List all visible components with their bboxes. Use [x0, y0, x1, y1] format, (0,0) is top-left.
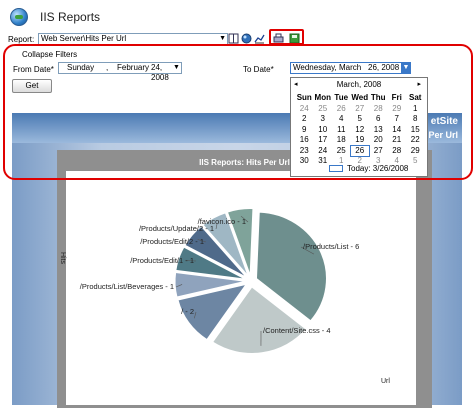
slice-label: / - 2 — [181, 307, 194, 316]
calendar-popup: ◂ March, 2008 ▸ Sun Mon Tue Wed Thu Fri … — [290, 77, 428, 177]
day-header: Sat — [409, 93, 422, 102]
calendar-day[interactable]: 28 — [388, 146, 407, 157]
today-label: Today: 3/26/2008 — [347, 164, 409, 173]
chart-area: /Products/List - 6/Content/Site.css - 4 /… — [66, 171, 416, 405]
calendar-day[interactable]: 25 — [332, 146, 351, 157]
slice-label: /Products/List/Beverages - 1 — [80, 282, 174, 291]
day-header: Sun — [296, 93, 312, 102]
to-date-label: To Date* — [243, 65, 274, 74]
calendar-day[interactable]: 29 — [406, 146, 425, 157]
from-sep: , — [106, 63, 109, 72]
calendar-day[interactable]: 5 — [406, 156, 425, 167]
calendar-day[interactable]: 25 — [314, 104, 333, 115]
from-date-label: From Date* — [13, 65, 54, 74]
slice-label: /Content/Site.css - 4 — [263, 326, 331, 335]
chevron-down-icon: ▼ — [219, 35, 226, 42]
calendar-week: 2345678 — [295, 114, 425, 125]
calendar-day[interactable]: 30 — [295, 156, 314, 167]
slice-label: /favicon.ico - 1 — [198, 217, 246, 226]
calendar-day[interactable]: 3 — [314, 114, 333, 125]
to-date-picker[interactable]: Wednesday, March 26, 2008 ▼ — [290, 62, 411, 74]
calendar-week: 16 17 18 19 20 21 22 — [295, 135, 425, 146]
day-header: Wed — [351, 93, 369, 102]
collapse-filters-link[interactable]: Collapse Filters — [22, 50, 77, 59]
globe-icon — [10, 8, 28, 26]
to-day: 26, 2008 — [368, 63, 400, 72]
calendar-day[interactable]: 21 — [388, 135, 407, 146]
slice-label: /Products/Edit/2 - 1 — [140, 237, 204, 246]
from-weekday: Sunday — [67, 63, 95, 72]
calendar-day[interactable]: 8 — [406, 114, 425, 125]
calendar-day[interactable]: 18 — [332, 135, 351, 146]
chevron-down-icon: ▼ — [173, 64, 180, 71]
calendar-day[interactable]: 2 — [295, 114, 314, 125]
calendar-day[interactable]: 16 — [295, 135, 314, 146]
from-month: February — [117, 63, 150, 72]
app-title: IIS Reports — [40, 10, 101, 24]
title-bar: IIS Reports — [0, 0, 474, 30]
calendar-month: March, 2008 — [336, 80, 382, 89]
calendar-day[interactable]: 11 — [332, 125, 351, 136]
today-link[interactable]: Today: 3/26/2008 — [329, 164, 408, 173]
calendar-week: 23 24 25 26 27 28 29 — [295, 144, 425, 157]
calendar-day[interactable]: 17 — [314, 135, 333, 146]
today-swatch — [329, 165, 343, 173]
next-month-icon[interactable]: ▸ — [417, 80, 421, 88]
report-select-value: Web Server\Hits Per Url — [41, 34, 127, 43]
calendar-day[interactable]: 26 — [349, 144, 370, 157]
chevron-down-icon[interactable]: ▼ — [401, 63, 411, 73]
calendar-day[interactable]: 22 — [406, 135, 425, 146]
chart-icon[interactable] — [254, 33, 265, 44]
day-header: Tue — [334, 93, 349, 102]
calendar-day[interactable]: 5 — [351, 114, 370, 125]
calendar-grid: Sun Mon Tue Wed Thu Fri Sat 24 25 26 27 28 29… — [295, 93, 425, 167]
slice-label: /Products/Edit/1 - 1 — [130, 256, 194, 265]
calendar-day[interactable]: 20 — [369, 135, 388, 146]
calendar-day[interactable]: 29 — [388, 104, 407, 115]
calendar-day[interactable]: 6 — [369, 114, 388, 125]
y-axis-label: Hits — [59, 252, 66, 265]
day-header: Mon — [314, 93, 331, 102]
x-axis-label: Url — [381, 378, 390, 385]
calendar-day[interactable]: 27 — [351, 104, 370, 115]
day-header: Thu — [370, 93, 386, 102]
day-header: Fri — [391, 93, 402, 102]
book-icon[interactable] — [228, 33, 239, 44]
slice-label: /Products/List - 6 — [303, 242, 359, 251]
to-weekday: Wednesday, — [293, 63, 337, 72]
calendar-header: ◂ March, 2008 ▸ — [291, 78, 427, 92]
calendar-day[interactable]: 23 — [295, 146, 314, 157]
calendar-day[interactable]: 4 — [332, 114, 351, 125]
calendar-week: 24 25 26 27 28 29 1 — [295, 104, 425, 115]
calendar-day[interactable]: 1 — [406, 104, 425, 115]
calendar-day[interactable]: 7 — [388, 114, 407, 125]
calendar-day[interactable]: 24 — [314, 146, 333, 157]
get-button[interactable]: Get — [12, 79, 52, 93]
calendar-day[interactable]: 24 — [295, 104, 314, 115]
calendar-week: 9 10 11 12 13 14 15 — [295, 125, 425, 136]
from-date-picker[interactable]: Sunday , February 24, 2008 ▼ — [58, 62, 182, 82]
calendar-day[interactable]: 27 — [369, 146, 388, 157]
calendar-day[interactable]: 13 — [369, 125, 388, 136]
globe-report-icon[interactable] — [241, 33, 252, 44]
calendar-day[interactable]: 14 — [388, 125, 407, 136]
calendar-day[interactable]: 26 — [332, 104, 351, 115]
calendar-day[interactable]: 10 — [314, 125, 333, 136]
to-month: March — [339, 63, 362, 72]
calendar-day[interactable]: 12 — [351, 125, 370, 136]
calendar-day[interactable]: 19 — [351, 135, 370, 146]
calendar-day[interactable]: 9 — [295, 125, 314, 136]
calendar-day[interactable]: 15 — [406, 125, 425, 136]
calendar-day[interactable]: 28 — [369, 104, 388, 115]
toolbar-highlight — [269, 29, 304, 45]
pie-chart: /Products/List - 6/Content/Site.css - 4 /… — [80, 208, 359, 354]
